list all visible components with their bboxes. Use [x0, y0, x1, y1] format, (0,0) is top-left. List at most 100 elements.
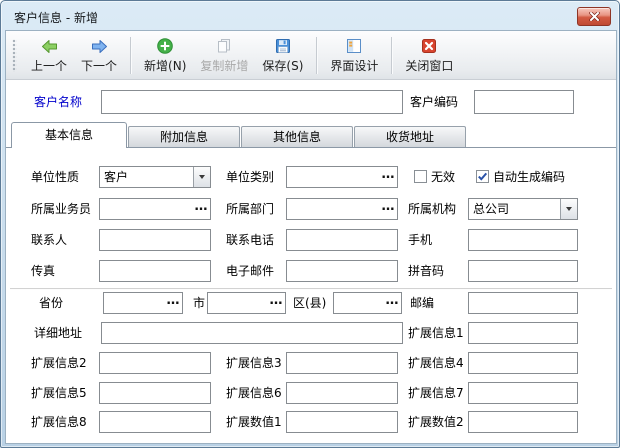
close-window-button[interactable]: 关闭窗口 — [398, 34, 460, 77]
pinyin-label: 拼音码 — [408, 260, 444, 282]
toolbar-grip-icon — [12, 39, 17, 72]
dropdown-arrow-icon[interactable] — [560, 199, 577, 219]
ext5-label: 扩展信息5 — [31, 382, 87, 404]
auto-code-checkbox[interactable] — [476, 170, 489, 183]
salesman-lookup[interactable]: … — [99, 198, 211, 220]
department-input[interactable] — [287, 199, 379, 219]
invalid-checkbox-label: 无效 — [431, 166, 455, 188]
province-lookup[interactable]: … — [103, 292, 183, 314]
pinyin-input[interactable] — [468, 260, 578, 282]
department-label: 所属部门 — [226, 198, 274, 220]
auto-code-checkbox-label: 自动生成编码 — [493, 166, 565, 188]
ext6-label: 扩展信息6 — [226, 382, 282, 404]
ext3-input[interactable] — [286, 352, 398, 374]
department-lookup[interactable]: … — [286, 198, 398, 220]
close-window-label: 关闭窗口 — [405, 57, 453, 74]
address-input[interactable] — [101, 322, 403, 344]
close-icon — [589, 12, 600, 21]
contact-input[interactable] — [99, 229, 211, 251]
unit-nature-value: 客户 — [104, 167, 128, 187]
email-label: 电子邮件 — [226, 260, 274, 282]
ext3-label: 扩展信息3 — [226, 352, 282, 374]
ui-design-button[interactable]: 界面设计 — [323, 34, 385, 77]
section-divider — [10, 288, 612, 290]
save-icon — [274, 36, 292, 56]
unit-nature-label: 单位性质 — [31, 166, 79, 188]
toolbar-separator — [391, 37, 392, 74]
email-input[interactable] — [286, 260, 398, 282]
ext4-input[interactable] — [468, 352, 578, 374]
ui-design-label: 界面设计 — [330, 57, 378, 74]
ext1-label: 扩展信息1 — [408, 322, 464, 344]
mobile-input[interactable] — [468, 229, 578, 251]
ellipsis-button[interactable]: … — [379, 167, 397, 187]
copy-icon — [215, 36, 233, 56]
ext6-input[interactable] — [286, 382, 398, 404]
province-label: 省份 — [39, 292, 63, 314]
tab-other-info[interactable]: 其他信息 — [241, 126, 353, 148]
mobile-label: 手机 — [408, 229, 432, 251]
save-button[interactable]: 保存(S) — [255, 34, 310, 77]
invalid-checkbox[interactable] — [414, 170, 427, 183]
district-input[interactable] — [334, 293, 383, 313]
ext7-label: 扩展信息7 — [408, 382, 464, 404]
customer-code-input[interactable] — [474, 90, 574, 114]
previous-button[interactable]: 上一个 — [24, 34, 74, 77]
fax-input[interactable] — [99, 260, 211, 282]
district-lookup[interactable]: … — [333, 292, 402, 314]
unit-nature-combobox[interactable]: 客户 — [99, 166, 211, 188]
ext7-input[interactable] — [468, 382, 578, 404]
customer-code-label: 客户编码 — [410, 91, 458, 113]
zip-input[interactable] — [468, 292, 578, 314]
copy-add-button: 复制新增 — [193, 34, 255, 77]
ext8-label: 扩展信息8 — [31, 411, 87, 433]
phone-input[interactable] — [286, 229, 398, 251]
toolbar-separator — [130, 37, 131, 74]
city-lookup[interactable]: … — [207, 292, 286, 314]
province-input[interactable] — [104, 293, 164, 313]
customer-name-input[interactable] — [101, 90, 403, 114]
next-label: 下一个 — [81, 57, 117, 74]
titlebar-close-button[interactable] — [577, 7, 611, 26]
arrow-left-icon — [41, 36, 58, 56]
add-new-button[interactable]: 新增(N) — [137, 34, 193, 77]
ellipsis-button[interactable]: … — [164, 293, 182, 313]
phone-label: 联系电话 — [226, 229, 274, 251]
save-label: 保存(S) — [262, 57, 303, 74]
ellipsis-button[interactable]: … — [267, 293, 285, 313]
ellipsis-button[interactable]: … — [383, 293, 401, 313]
ellipsis-button[interactable]: … — [379, 199, 397, 219]
tab-shipping-address[interactable]: 收货地址 — [354, 126, 466, 148]
ext1-input[interactable] — [468, 322, 578, 344]
add-icon — [156, 36, 174, 56]
ext5-input[interactable] — [99, 382, 211, 404]
city-label: 市 — [193, 292, 205, 314]
unit-category-lookup[interactable]: … — [286, 166, 398, 188]
dialog-window: 客户信息 - 新增 上一个 下一个 — [0, 0, 620, 448]
organization-value: 总公司 — [473, 199, 509, 219]
checkmark-icon — [477, 171, 488, 182]
salesman-label: 所属业务员 — [31, 198, 91, 220]
unit-category-input[interactable] — [287, 167, 379, 187]
dropdown-arrow-icon[interactable] — [193, 167, 210, 187]
salesman-input[interactable] — [100, 199, 192, 219]
contact-label: 联系人 — [31, 229, 67, 251]
copy-add-label: 复制新增 — [200, 57, 248, 74]
extnum1-input[interactable] — [286, 411, 398, 433]
form-design-icon — [345, 36, 363, 56]
toolbar: 上一个 下一个 新增(N) — [6, 31, 616, 80]
city-input[interactable] — [208, 293, 267, 313]
extnum2-input[interactable] — [468, 411, 578, 433]
customer-name-label: 客户名称 — [34, 91, 82, 113]
ext8-input[interactable] — [99, 411, 211, 433]
next-button[interactable]: 下一个 — [74, 34, 124, 77]
arrow-right-icon — [91, 36, 108, 56]
ellipsis-button[interactable]: … — [192, 199, 210, 219]
extnum1-label: 扩展数值1 — [226, 411, 282, 433]
previous-label: 上一个 — [31, 57, 67, 74]
add-new-label: 新增(N) — [144, 57, 186, 74]
ext2-input[interactable] — [99, 352, 211, 374]
organization-combobox[interactable]: 总公司 — [468, 198, 578, 220]
tab-basic-info[interactable]: 基本信息 — [11, 122, 127, 148]
tab-extra-info[interactable]: 附加信息 — [128, 126, 240, 148]
